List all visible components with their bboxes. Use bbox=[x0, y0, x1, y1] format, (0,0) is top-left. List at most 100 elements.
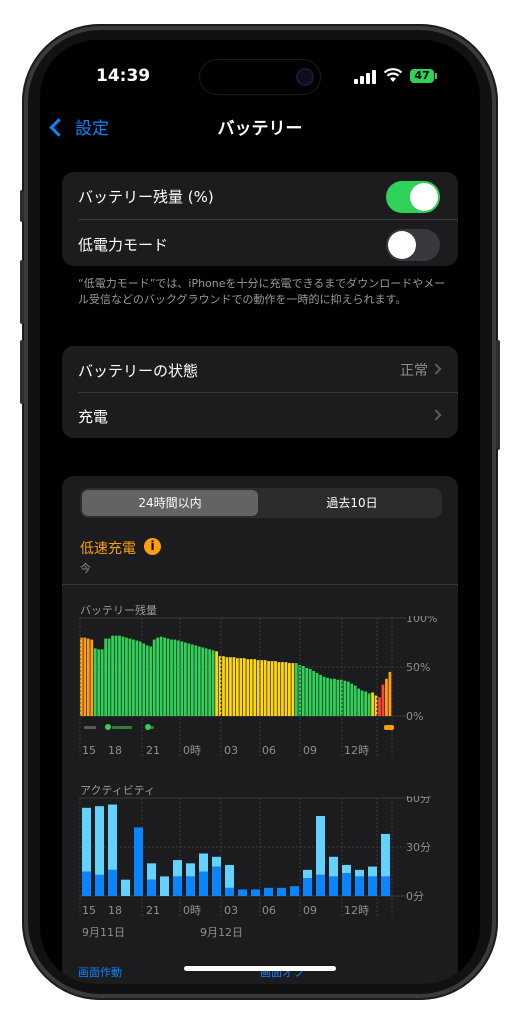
activity-chart[interactable]: 60分 30分 0分 15 18 21 0時 03 06 09 12時 9月11日 9月12日 bbox=[62, 796, 458, 946]
screen-on-bar bbox=[82, 871, 91, 896]
level-bar bbox=[381, 684, 385, 716]
action-button bbox=[20, 190, 24, 222]
charge-dot bbox=[145, 724, 151, 730]
screen-off-bar bbox=[186, 863, 195, 877]
screen-off-bar bbox=[108, 804, 117, 870]
battery-health-label: バッテリーの状態 bbox=[78, 362, 199, 380]
health-group: バッテリーの状態 正常 充電 bbox=[62, 346, 458, 438]
screen-on-bar bbox=[329, 876, 338, 896]
level-bar bbox=[194, 645, 198, 716]
level-bar bbox=[159, 636, 163, 716]
screen-on-bar bbox=[303, 878, 312, 896]
wifi-icon bbox=[383, 68, 403, 82]
screen-off-bar bbox=[212, 856, 221, 867]
level-bar bbox=[249, 659, 253, 716]
low-power-description: “低電力モード”では、iPhoneを十分に充電できるまでダウンロードやメール受信… bbox=[78, 277, 446, 306]
battery-level-chart[interactable]: 100% 50% 0% 15 18 21 0時 03 06 09 12時 bbox=[62, 616, 458, 768]
screen: 14:39 47 設定 バッテリー バッテリー残量 (%) 低電力モード “低電 bbox=[40, 40, 480, 984]
level-bar bbox=[360, 690, 364, 716]
low-power-label: 低電力モード bbox=[78, 236, 169, 254]
level-bar bbox=[256, 660, 260, 716]
level-bar bbox=[107, 638, 111, 716]
level-bar bbox=[135, 640, 139, 716]
screen-off-bar bbox=[329, 856, 338, 877]
side-button bbox=[496, 340, 500, 450]
charging-row[interactable]: 充電 bbox=[62, 392, 458, 438]
level-bar bbox=[97, 649, 101, 716]
level-bar bbox=[353, 685, 357, 716]
battery-health-row[interactable]: バッテリーの状態 正常 bbox=[62, 346, 458, 392]
screen-off-bar bbox=[316, 815, 325, 875]
level-bar bbox=[201, 647, 205, 716]
info-icon[interactable]: i bbox=[144, 538, 161, 555]
level-bar bbox=[242, 658, 246, 716]
level-bar bbox=[163, 637, 166, 716]
screen-on-bar bbox=[186, 876, 195, 896]
screen-off-bar bbox=[121, 879, 130, 896]
usage-card: 24時間以内 過去10日 低速充電 i 今 バッテリー残量 100% 50% 0% 1… bbox=[62, 476, 458, 984]
legend-screen-on: 画面作動 bbox=[78, 966, 122, 979]
volume-down-button bbox=[20, 340, 24, 404]
level-bar bbox=[357, 688, 361, 716]
level-bar bbox=[364, 691, 368, 716]
level-bar bbox=[145, 645, 149, 716]
level-bar bbox=[239, 658, 243, 716]
level-bar bbox=[288, 663, 291, 716]
charge-marker bbox=[384, 725, 394, 730]
screen-off-bar bbox=[199, 853, 208, 872]
status-bar: 14:39 47 bbox=[40, 40, 480, 100]
screen-on-bar bbox=[108, 869, 117, 896]
level-bar bbox=[270, 661, 274, 716]
level-bar bbox=[128, 638, 132, 716]
toggles-group: バッテリー残量 (%) 低電力モード bbox=[62, 172, 458, 266]
level-bar bbox=[104, 638, 108, 716]
activity-y-tick: 0分 bbox=[406, 890, 424, 903]
battery-percentage-row: バッテリー残量 (%) bbox=[62, 172, 458, 218]
level-bar bbox=[121, 636, 125, 716]
screen-on-bar bbox=[225, 887, 234, 896]
level-bar bbox=[378, 697, 381, 716]
level-bar bbox=[305, 667, 309, 716]
battery-icon: 47 bbox=[410, 69, 437, 83]
activity-date-label: 9月12日 bbox=[200, 926, 243, 939]
level-x-tick: 09 bbox=[303, 744, 317, 757]
level-bar bbox=[132, 639, 135, 716]
screen-on-bar bbox=[95, 874, 104, 896]
charge-marker bbox=[84, 726, 96, 729]
screen-on-bar bbox=[342, 873, 351, 896]
level-bar bbox=[173, 639, 177, 716]
screen-on-bar bbox=[381, 876, 390, 896]
low-power-row: 低電力モード bbox=[62, 220, 458, 266]
level-bar bbox=[367, 693, 371, 716]
screen-off-bar bbox=[225, 864, 234, 888]
activity-y-tick: 60分 bbox=[406, 796, 431, 805]
level-bar bbox=[80, 637, 83, 716]
status-time: 14:39 bbox=[96, 66, 151, 86]
screen-on-bar bbox=[212, 866, 221, 896]
activity-x-tick: 03 bbox=[224, 904, 238, 917]
level-x-tick: 06 bbox=[262, 744, 276, 757]
home-indicator[interactable] bbox=[184, 966, 336, 971]
level-bar bbox=[204, 648, 208, 716]
level-x-tick: 03 bbox=[224, 744, 238, 757]
level-bar bbox=[93, 648, 97, 716]
battery-percentage-toggle[interactable] bbox=[386, 181, 440, 213]
level-bar bbox=[267, 661, 270, 716]
level-bar bbox=[336, 679, 340, 716]
low-power-toggle[interactable] bbox=[386, 229, 440, 261]
level-bar bbox=[86, 638, 90, 716]
level-bar bbox=[263, 660, 267, 716]
chevron-right-icon bbox=[430, 409, 442, 421]
tab-10d[interactable]: 過去10日 bbox=[264, 490, 440, 516]
range-segmented-control: 24時間以内 過去10日 bbox=[80, 488, 442, 518]
chevron-right-icon bbox=[430, 363, 442, 375]
level-x-tick: 12時 bbox=[344, 744, 369, 757]
screen-on-bar bbox=[147, 879, 156, 896]
tab-24h[interactable]: 24時間以内 bbox=[82, 490, 258, 516]
level-bar bbox=[236, 658, 239, 716]
level-bar bbox=[291, 663, 295, 716]
level-bar bbox=[177, 640, 180, 716]
level-bar bbox=[312, 670, 316, 716]
screen-off-bar bbox=[160, 876, 169, 896]
level-bar bbox=[187, 643, 191, 716]
